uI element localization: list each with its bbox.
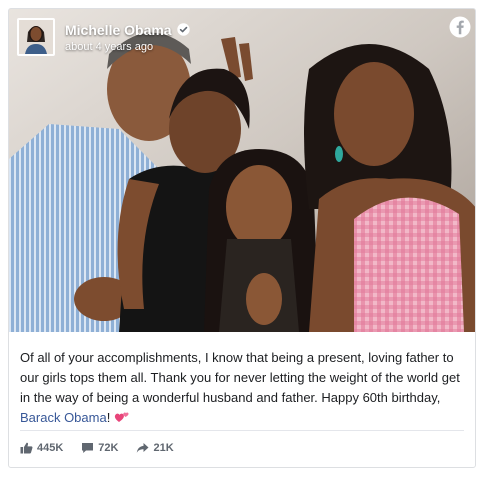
family-photo bbox=[9, 9, 475, 332]
post-body-text: Of all of your accomplishments, I know t… bbox=[20, 350, 460, 405]
engagement-stats: 445K 72K 21K bbox=[20, 442, 192, 454]
post-photo[interactable]: Michelle Obama about 4 years ago bbox=[9, 9, 475, 332]
post-timestamp[interactable]: about 4 years ago bbox=[65, 41, 190, 53]
post-text: Of all of your accomplishments, I know t… bbox=[20, 348, 470, 430]
author-row: Michelle Obama bbox=[65, 22, 190, 38]
avatar-image bbox=[19, 20, 53, 54]
comment-icon bbox=[82, 443, 94, 453]
share-arrow-icon bbox=[137, 443, 149, 453]
divider bbox=[20, 430, 464, 431]
likes-stat[interactable]: 445K bbox=[20, 442, 63, 454]
likes-count: 445K bbox=[37, 442, 64, 454]
post-header: Michelle Obama about 4 years ago bbox=[17, 17, 190, 57]
comments-stat[interactable]: 72K bbox=[81, 442, 118, 454]
avatar[interactable] bbox=[17, 18, 55, 56]
shares-stat[interactable]: 21K bbox=[136, 442, 174, 454]
author-block: Michelle Obama about 4 years ago bbox=[65, 22, 190, 53]
facebook-logo-icon[interactable] bbox=[449, 16, 471, 38]
post-text-end: ! bbox=[106, 410, 111, 425]
thumbs-up-icon bbox=[20, 442, 33, 454]
verified-badge-icon bbox=[176, 23, 190, 36]
comments-count: 72K bbox=[98, 442, 119, 454]
post-card: Michelle Obama about 4 years ago Of all … bbox=[8, 8, 476, 468]
two-hearts-emoji-icon bbox=[114, 410, 130, 430]
author-name[interactable]: Michelle Obama bbox=[65, 22, 172, 38]
mention-link[interactable]: Barack Obama bbox=[20, 410, 107, 425]
shares-count: 21K bbox=[153, 442, 174, 454]
